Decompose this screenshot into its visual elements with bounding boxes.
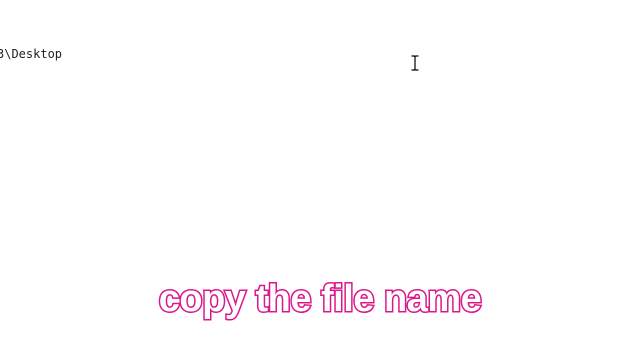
- video-caption-overlay: copy the file name: [157, 277, 483, 322]
- screen: 3\Desktop copy the file name: [0, 0, 640, 360]
- ibeam-cursor-icon: [410, 55, 420, 71]
- terminal-path-line: 3\Desktop: [0, 47, 63, 61]
